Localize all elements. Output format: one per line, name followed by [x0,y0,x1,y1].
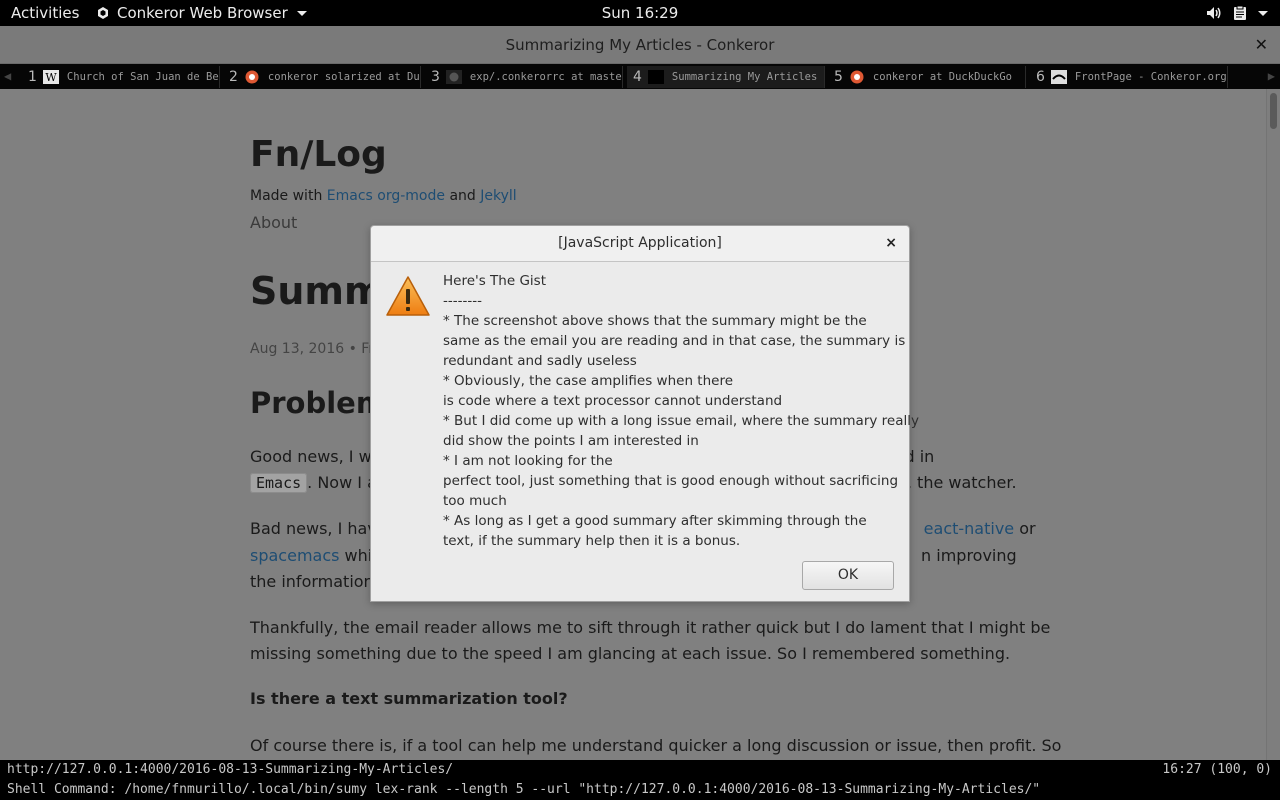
tab-bar: ◀ 1 W Church of San Juan de Ber 2 conker… [0,64,1280,89]
minibuffer-prompt[interactable]: Shell Command: /home/fnmurillo/.local/bi… [7,782,1040,797]
ok-button[interactable]: OK [802,561,894,590]
react-native-link[interactable]: eact-native [924,519,1014,538]
tab-number: 2 [229,69,238,85]
dialog-titlebar: [JavaScript Application] × [371,226,909,262]
jekyll-link[interactable]: Jekyll [480,188,516,204]
emacs-org-mode-link[interactable]: Emacs org-mode [327,188,445,204]
text-fragment: . Now I a [307,473,377,492]
tab-5[interactable]: 5 conkeror at DuckDuckGo [828,66,1026,88]
tab-label: exp/.conkerorrc at master [469,71,623,83]
text-fragment: Good news, I wa [250,447,382,466]
section-heading-problem: Problem [250,386,387,420]
gnome-top-bar: Activities Conkeror Web Browser Sun 16:2… [0,0,1280,26]
conkeror-icon [1050,70,1067,84]
app-menu[interactable]: Conkeror Web Browser [96,4,307,22]
system-menu-chevron-icon [1258,10,1268,16]
subheading-summarization-tool: Is there a text summarization tool? [250,689,568,708]
dialog-message: Here's The Gist -------- * The screensho… [443,273,919,549]
tab-2[interactable]: 2 conkeror solarized at Duc [223,66,421,88]
tab-number: 5 [834,69,843,85]
tab-label: Church of San Juan de Ber [66,71,220,83]
close-window-icon[interactable]: ✕ [1255,35,1268,54]
tab-6[interactable]: 6 FrontPage - Conkeror.org [1030,66,1228,88]
paragraph-line: missing something due to the speed I am … [250,644,1011,663]
tab-number: 6 [1036,69,1045,85]
scroll-tabs-right-icon[interactable]: ▶ [1268,69,1275,83]
tab-label: conkeror solarized at Duc [267,71,421,83]
tab-number: 3 [431,69,440,85]
tab-3[interactable]: 3 exp/.conkerorrc at master [425,66,623,88]
scroll-tabs-left-icon[interactable]: ◀ [4,69,11,83]
duckduckgo-icon [850,70,864,84]
close-dialog-icon[interactable]: × [885,235,897,251]
conkeror-app-icon [98,7,108,19]
clipboard-icon [1234,5,1246,20]
window-title: Summarizing My Articles - Conkeror [505,36,775,54]
text-fragment: , the watcher. [906,473,1017,492]
paragraph-line: Thankfully, the email reader allows me t… [250,618,1051,637]
duckduckgo-icon [245,70,259,84]
text-fragment: Bad news, I have [250,519,387,538]
activities-button[interactable]: Activities [11,4,79,22]
paragraph-line: the information [250,572,374,591]
github-icon [445,70,462,84]
window-titlebar: Summarizing My Articles - Conkeror ✕ [0,26,1280,64]
tab-label: conkeror at DuckDuckGo [872,71,1012,83]
wikipedia-icon: W [42,70,59,84]
status-position: 16:27 (100, 0) [1162,762,1272,777]
warning-icon [386,276,430,316]
current-url: http://127.0.0.1:4000/2016-08-13-Summari… [7,762,454,777]
system-tray[interactable] [1206,5,1268,21]
tab-number: 1 [28,69,37,85]
paragraph-line: Of course there is, if a tool can help m… [250,736,1062,755]
scrollbar-thumb[interactable] [1270,93,1277,129]
tab-label: Summarizing My Articles [671,71,818,83]
volume-icon [1207,7,1221,19]
blank-icon [647,70,664,84]
site-title[interactable]: Fn/Log [250,134,387,175]
tagline-and: and [445,188,481,204]
about-link[interactable]: About [250,213,297,232]
tab-number: 4 [633,69,642,85]
text-fragment: n improving [921,546,1017,565]
chevron-down-icon [296,10,307,16]
javascript-alert-dialog: [JavaScript Application] × Here's The Gi… [370,225,919,602]
dialog-title: [JavaScript Application] [558,235,722,251]
vertical-scrollbar[interactable] [1266,89,1280,760]
svg-text:W: W [45,71,57,84]
tagline-prefix: Made with [250,188,327,204]
app-menu-label: Conkeror Web Browser [117,4,288,22]
inline-code: Emacs [250,473,308,493]
site-tagline: Made with Emacs org-mode and Jekyll [250,188,517,204]
status-line: http://127.0.0.1:4000/2016-08-13-Summari… [0,760,1280,780]
tab-1[interactable]: 1 W Church of San Juan de Ber [22,66,220,88]
tab-4[interactable]: 4 Summarizing My Articles [627,66,825,88]
spacemacs-link[interactable]: spacemacs [250,546,339,565]
tab-label: FrontPage - Conkeror.org [1074,71,1227,83]
text-fragment: or [1014,519,1036,538]
minibuffer[interactable]: Shell Command: /home/fnmurillo/.local/bi… [0,780,1280,800]
